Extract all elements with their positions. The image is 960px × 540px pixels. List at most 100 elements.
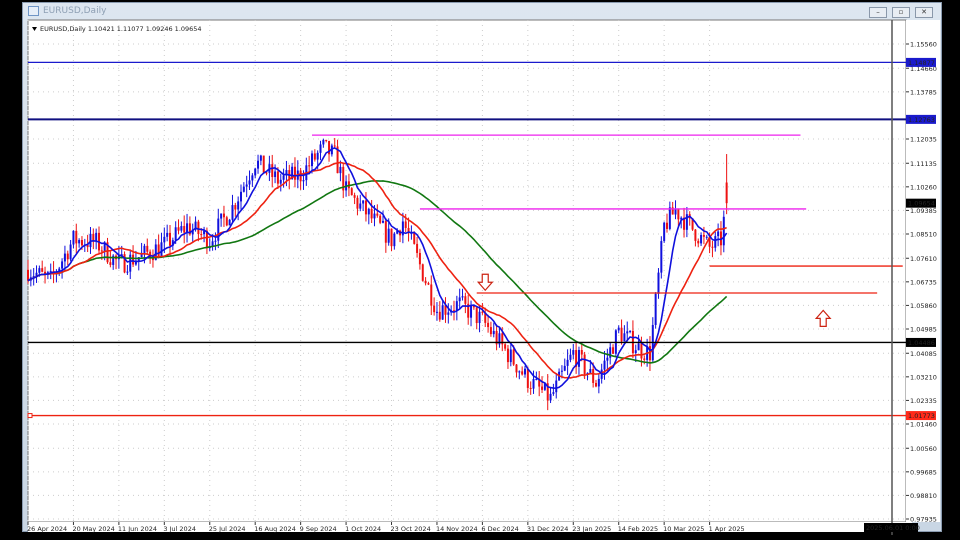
candle-body [526,368,529,388]
price-tick-label: 0.98810 [910,492,937,500]
candle-body [129,254,132,272]
plot-area [27,19,907,523]
time-tick-label: 1 Oct 2024 [345,525,381,533]
candle-body [362,200,365,204]
time-tick-label: 3 Jul 2024 [163,525,196,533]
price-tick-label: 1.12035 [910,136,937,144]
candle-body [240,191,242,202]
candle-body [157,244,160,257]
time-tick-label: 31 Dec 2024 [527,525,569,533]
candle [660,236,663,279]
candle-body [211,241,214,247]
candle-body [220,213,223,219]
candle-body [350,188,353,196]
candle-body [186,223,189,233]
candle-body [427,283,430,285]
price-tick-label: 1.09385 [910,207,937,215]
candle-body [470,305,473,318]
candle-body [177,227,180,231]
candle-body [222,213,225,218]
candle-body [276,171,279,184]
candle-body [38,268,41,273]
candle-body [311,153,313,167]
candle-body [583,354,586,375]
candle-body [160,242,163,257]
candle-body [166,232,169,237]
time-tick-label: 6 Dec 2024 [481,525,518,533]
candle-body [44,271,47,274]
candle-body [592,369,595,383]
candle-body [259,155,262,161]
candle-body [532,379,535,389]
candle-body [492,330,495,335]
price-tick-label: 1.06735 [910,278,937,286]
candle-body [373,213,376,219]
candle-body [603,360,606,370]
candle-body [725,182,728,204]
candle-body [302,180,305,182]
candle-body [376,213,379,216]
candle-body [705,236,708,238]
time-tick-label: 25 Jul 2024 [209,525,246,533]
price-label: 1.09654 [908,200,935,208]
candle-body [555,380,558,393]
candle-body [489,327,492,335]
candle-body [481,311,484,313]
candle-body [541,386,544,390]
candle-body [441,305,444,320]
candle-body [515,364,518,373]
candle-body [626,331,629,334]
time-tick-label: 16 Aug 2024 [254,525,296,533]
candle-body [353,195,356,198]
candle-body [577,349,580,367]
candle-body [506,348,509,363]
price-chart[interactable]: 1.155601.146601.137851.120351.111351.102… [0,0,960,540]
candle [654,292,657,329]
candle-body [100,250,103,252]
price-tick-label: 1.00560 [910,445,937,453]
price-tick-label: 1.11135 [910,160,937,168]
candle-body [265,172,268,174]
candle-body [560,370,563,372]
time-tick-label: 9 Sep 2024 [300,525,337,533]
candle-body [416,243,419,253]
time-tick-label: 14 Nov 2024 [436,525,478,533]
candle-body [433,305,436,313]
candle-body [146,245,149,252]
candle-body [418,252,421,265]
candle-body [180,226,183,231]
candle-body [694,229,697,241]
candle-body [634,350,637,354]
candle-body [319,144,322,153]
candle-body [424,280,427,284]
candle-body [447,312,450,315]
candle-body [251,175,254,181]
candle-body [322,139,325,145]
price-tick-label: 0.97935 [910,516,937,524]
candle-body [197,221,200,235]
candle-body [549,393,552,401]
candle-body [109,262,112,265]
candle-body [521,371,524,375]
price-tick-label: 1.01460 [910,421,937,429]
candle-body [41,268,44,272]
candle-body [623,333,626,342]
candle-body [529,387,532,389]
price-tick-label: 1.03210 [910,373,937,381]
candle [663,221,666,243]
candle-body [237,201,240,210]
candle-body [629,330,632,332]
price-label: 1.04486 [908,339,935,347]
candle-body [702,234,705,237]
candle-body [169,232,171,246]
candle-body [370,208,373,219]
candle-body [132,254,135,265]
price-tick-label: 1.04985 [910,326,937,334]
price-label: 1.12763 [908,116,935,124]
candle-body [382,220,384,223]
candle-body [390,228,393,247]
time-tick-label: 26 Apr 2024 [27,525,67,533]
candle-body [714,236,717,248]
price-tick-label: 1.05860 [910,302,937,310]
candle-body [566,359,569,366]
